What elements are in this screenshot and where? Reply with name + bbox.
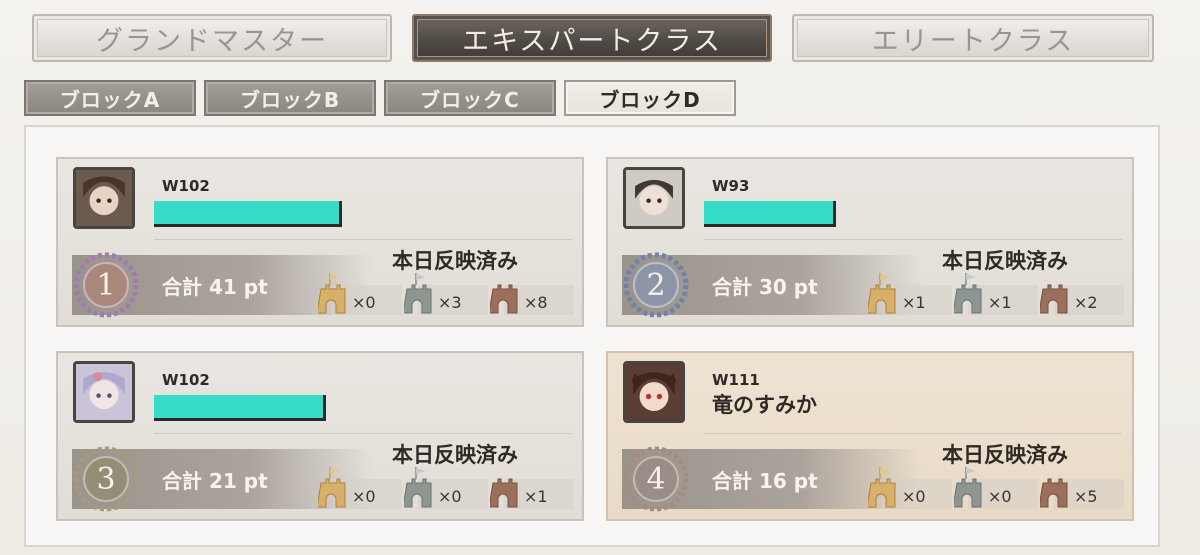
- total-points: 合計 30 pt: [712, 275, 818, 299]
- rank-number: 1: [96, 267, 116, 303]
- copper-count: ×8: [524, 293, 548, 312]
- total-points: 合計 16 pt: [712, 469, 818, 493]
- ranking-card-2[interactable]: W93 本日反映済み 2 合計 30 pt ×1 ×1 ×2: [606, 157, 1134, 327]
- gold-castle-icon: [318, 467, 346, 508]
- divider: [704, 433, 1122, 434]
- rank-number: 2: [646, 267, 666, 303]
- redacted-name-bar: [154, 201, 342, 227]
- copper-castle-icon: [490, 478, 518, 508]
- class-tabs: グランドマスター エキスパートクラス エリートクラス: [32, 14, 1182, 64]
- copper-castle-icon: [1040, 478, 1068, 508]
- gray-count: ×3: [438, 293, 462, 312]
- gray-castle-icon: [404, 273, 432, 314]
- castle-silver-slot: ×1: [954, 271, 1040, 315]
- gold-castle-icon: [868, 273, 896, 314]
- player-avatar: [73, 361, 135, 423]
- world-label: W102: [162, 177, 210, 195]
- tab-block-a[interactable]: ブロックA: [24, 80, 196, 116]
- redacted-name-bar: [704, 201, 836, 227]
- castle-silver-slot: ×3: [404, 271, 490, 315]
- gold-count: ×0: [352, 487, 376, 506]
- castle-counts: ×0 ×3 ×8: [318, 271, 574, 315]
- ranking-panel: W102 本日反映済み 1 合計 41 pt ×0 ×3 ×8 W93 本日反映…: [24, 125, 1160, 547]
- gold-count: ×0: [352, 293, 376, 312]
- world-label: W93: [712, 177, 750, 195]
- gold-count: ×1: [902, 293, 926, 312]
- tab-grandmaster[interactable]: グランドマスター: [32, 14, 392, 62]
- gray-castle-icon: [954, 467, 982, 508]
- ranking-card-4[interactable]: W111 竜のすみか 本日反映済み 4 合計 16 pt ×0 ×0 ×5: [606, 351, 1134, 521]
- ranking-card-3[interactable]: W102 本日反映済み 3 合計 21 pt ×0 ×0 ×1: [56, 351, 584, 521]
- castle-counts: ×1 ×1 ×2: [868, 271, 1124, 315]
- divider: [704, 239, 1122, 240]
- divider: [154, 433, 572, 434]
- total-points: 合計 21 pt: [162, 469, 268, 493]
- rank-number: 3: [96, 461, 116, 497]
- player-avatar: [73, 167, 135, 229]
- tab-block-c[interactable]: ブロックC: [384, 80, 556, 116]
- castle-gold-slot: ×0: [318, 465, 404, 509]
- castle-copper-slot: ×8: [490, 271, 576, 315]
- gray-count: ×1: [988, 293, 1012, 312]
- castle-copper-slot: ×1: [490, 465, 576, 509]
- world-label: W102: [162, 371, 210, 389]
- castle-gold-slot: ×0: [868, 465, 954, 509]
- divider: [154, 239, 572, 240]
- gold-castle-icon: [868, 467, 896, 508]
- copper-castle-icon: [1040, 284, 1068, 314]
- copper-count: ×5: [1074, 487, 1098, 506]
- tab-block-d[interactable]: ブロックD: [564, 80, 736, 116]
- castle-gold-slot: ×0: [318, 271, 404, 315]
- guild-name: 竜のすみか: [712, 393, 817, 417]
- castle-copper-slot: ×2: [1040, 271, 1126, 315]
- ranking-card-1[interactable]: W102 本日反映済み 1 合計 41 pt ×0 ×3 ×8: [56, 157, 584, 327]
- player-avatar: [623, 167, 685, 229]
- gray-castle-icon: [404, 467, 432, 508]
- gray-count: ×0: [988, 487, 1012, 506]
- gray-castle-icon: [954, 273, 982, 314]
- gold-count: ×0: [902, 487, 926, 506]
- castle-silver-slot: ×0: [954, 465, 1040, 509]
- castle-copper-slot: ×5: [1040, 465, 1126, 509]
- redacted-name-bar: [154, 395, 326, 421]
- gray-count: ×0: [438, 487, 462, 506]
- total-points: 合計 41 pt: [162, 275, 268, 299]
- copper-castle-icon: [490, 284, 518, 314]
- castle-counts: ×0 ×0 ×1: [318, 465, 574, 509]
- rank-number: 4: [646, 461, 666, 497]
- tab-block-b[interactable]: ブロックB: [204, 80, 376, 116]
- world-label: W111: [712, 371, 760, 389]
- castle-gold-slot: ×1: [868, 271, 954, 315]
- castle-silver-slot: ×0: [404, 465, 490, 509]
- castle-counts: ×0 ×0 ×5: [868, 465, 1124, 509]
- copper-count: ×1: [524, 487, 548, 506]
- copper-count: ×2: [1074, 293, 1098, 312]
- tab-expert-class[interactable]: エキスパートクラス: [412, 14, 772, 62]
- tab-elite-class[interactable]: エリートクラス: [792, 14, 1154, 62]
- gold-castle-icon: [318, 273, 346, 314]
- player-avatar: [623, 361, 685, 423]
